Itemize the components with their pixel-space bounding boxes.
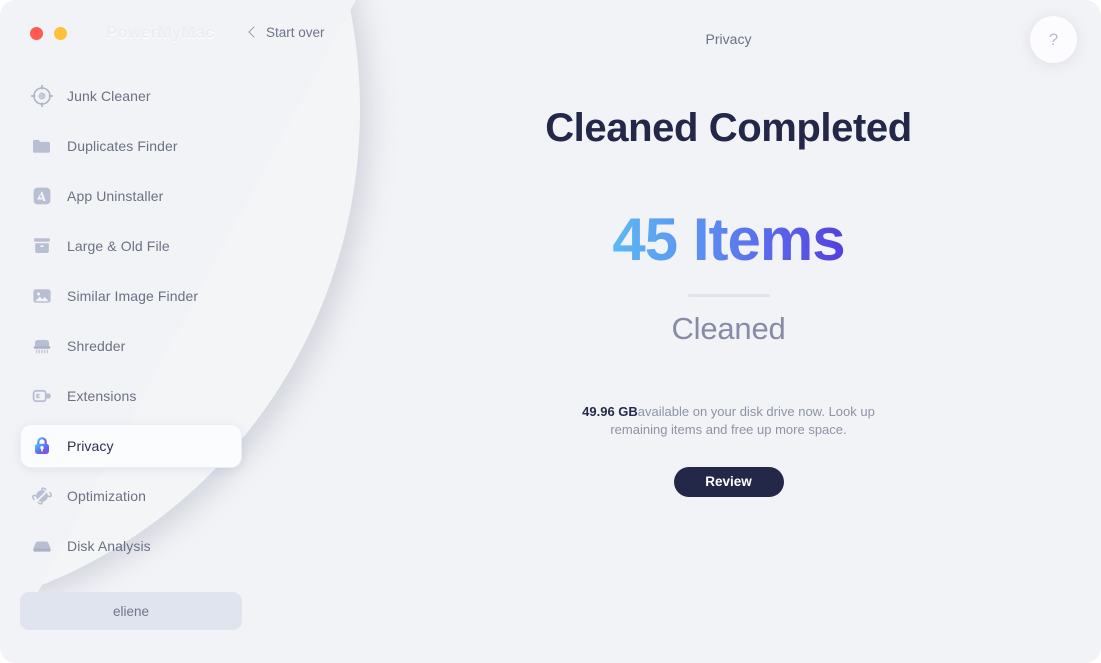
- review-button[interactable]: Review: [673, 466, 784, 497]
- sidebar-item-shredder[interactable]: Shredder: [20, 324, 242, 368]
- window-controls: [30, 27, 67, 40]
- start-over-label: Start over: [266, 25, 325, 40]
- sidebar: PowerMyMac Start over Junk Cleaner Dupli…: [0, 0, 356, 663]
- close-window-button[interactable]: [30, 27, 43, 40]
- count-divider: [687, 294, 770, 297]
- app-box-icon: [29, 183, 55, 209]
- sidebar-item-disk-analysis[interactable]: Disk Analysis: [20, 524, 242, 568]
- archive-box-icon: [29, 233, 55, 259]
- sidebar-item-label: Disk Analysis: [67, 538, 151, 554]
- sidebar-item-app-uninstaller[interactable]: App Uninstaller: [20, 174, 242, 218]
- app-window: PowerMyMac Start over Junk Cleaner Dupli…: [0, 0, 1101, 663]
- cleaned-count: 45 Items: [612, 206, 845, 273]
- main-panel: Privacy ? Cleaned Completed 45 Items Cle…: [356, 0, 1101, 663]
- app-brand-title: PowerMyMac: [106, 23, 215, 42]
- sidebar-item-label: Optimization: [67, 488, 147, 504]
- sidebar-item-extensions[interactable]: Extensions: [20, 374, 242, 418]
- lock-icon: [29, 433, 55, 459]
- sidebar-item-label: Privacy: [67, 438, 114, 454]
- sidebar-item-label: Extensions: [67, 388, 137, 404]
- puzzle-plug-icon: [29, 383, 55, 409]
- sidebar-nav: Junk Cleaner Duplicates Finder App Unins…: [20, 74, 242, 574]
- sidebar-item-duplicates-finder[interactable]: Duplicates Finder: [20, 124, 242, 168]
- sidebar-item-junk-cleaner[interactable]: Junk Cleaner: [20, 74, 242, 118]
- image-icon: [29, 283, 55, 309]
- minimize-window-button[interactable]: [54, 27, 67, 40]
- hard-drive-icon: [29, 533, 55, 559]
- sidebar-item-privacy[interactable]: Privacy: [20, 424, 242, 468]
- start-over-button[interactable]: Start over: [248, 25, 325, 40]
- sidebar-item-similar-image-finder[interactable]: Similar Image Finder: [20, 274, 242, 318]
- sidebar-item-label: Duplicates Finder: [67, 138, 178, 154]
- folder-icon: [29, 133, 55, 159]
- shredder-icon: [29, 333, 55, 359]
- chevron-left-icon: [248, 26, 260, 38]
- sidebar-item-large-old-file[interactable]: Large & Old File: [20, 224, 242, 268]
- result-summary: Cleaned Completed 45 Items Cleaned 49.96…: [356, 104, 1101, 497]
- cleaned-caption: Cleaned: [671, 311, 786, 346]
- sidebar-item-optimization[interactable]: Optimization: [20, 474, 242, 518]
- page-title: Privacy: [705, 31, 752, 47]
- free-space-value: 49.96 GB: [582, 404, 638, 419]
- sidebar-item-label: App Uninstaller: [67, 188, 164, 204]
- sidebar-item-label: Shredder: [67, 338, 126, 354]
- result-headline: Cleaned Completed: [545, 106, 912, 150]
- sidebar-item-label: Junk Cleaner: [67, 88, 151, 104]
- target-icon: [29, 83, 55, 109]
- sidebar-item-label: Large & Old File: [67, 238, 170, 254]
- free-space-text: available on your disk drive now. Look u…: [610, 404, 875, 438]
- rocket-orbit-icon: [29, 483, 55, 509]
- result-description: 49.96 GBavailable on your disk drive now…: [569, 403, 889, 440]
- help-button[interactable]: ?: [1030, 16, 1077, 63]
- account-button[interactable]: eliene: [20, 592, 242, 630]
- sidebar-item-label: Similar Image Finder: [67, 288, 199, 304]
